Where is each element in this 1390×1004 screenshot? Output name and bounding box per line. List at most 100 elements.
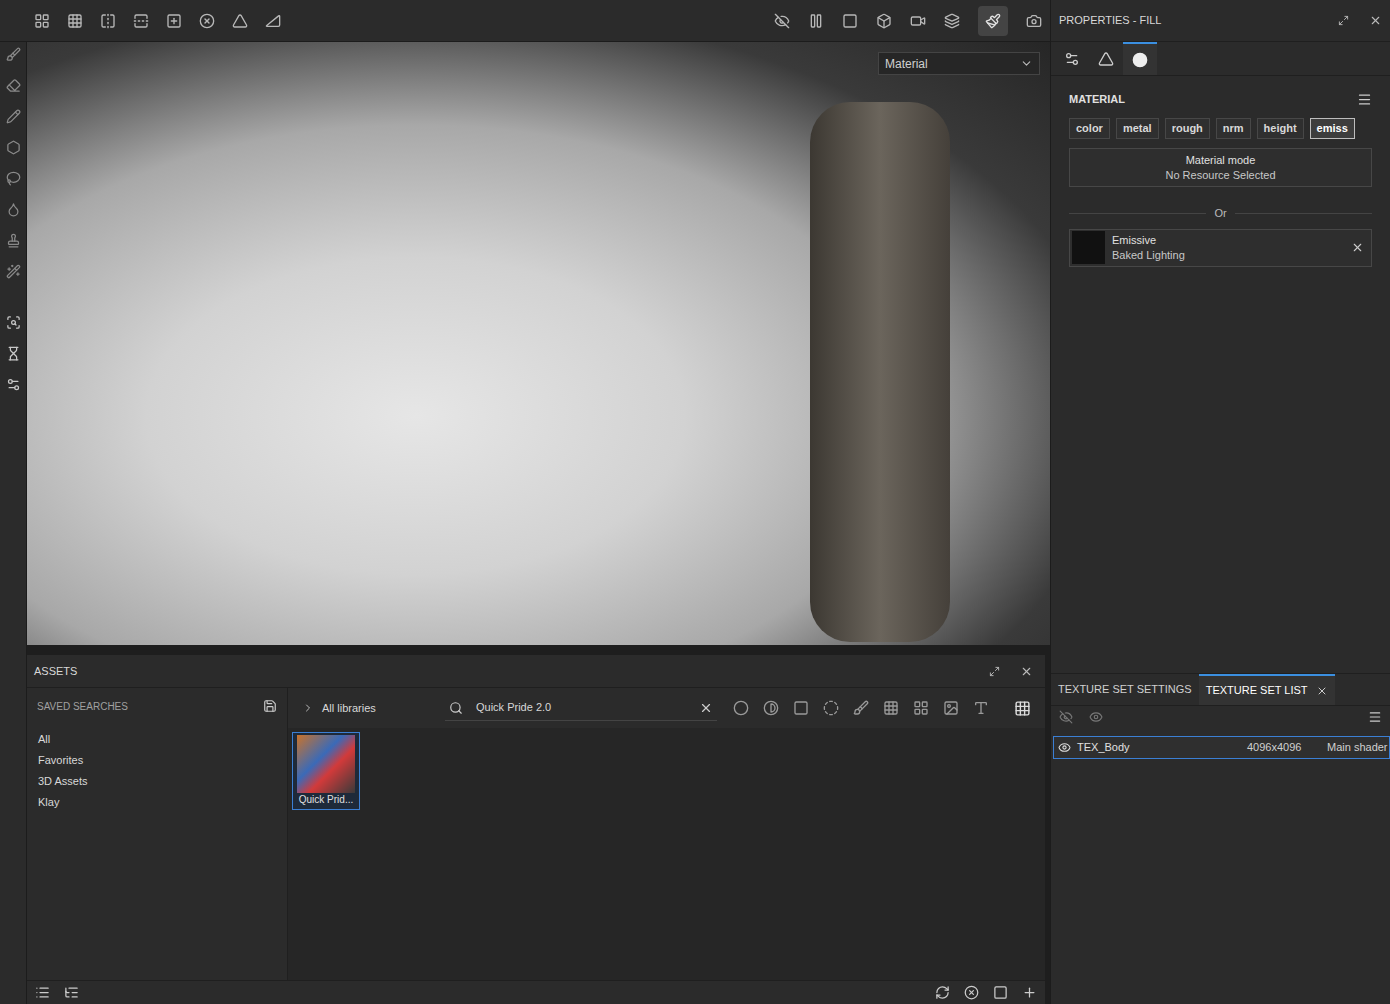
clear-icon[interactable] <box>699 701 713 715</box>
cube-icon[interactable] <box>876 13 892 29</box>
channel-dropdown[interactable]: Material <box>878 52 1040 75</box>
add-icon[interactable] <box>166 13 182 29</box>
geometry-icon[interactable] <box>6 140 21 155</box>
mask-filter-icon[interactable] <box>793 700 809 716</box>
remove-icon[interactable] <box>1351 241 1364 254</box>
layers-icon[interactable] <box>944 13 960 29</box>
resource-slot[interactable]: EmissiveBaked Lighting <box>1069 229 1372 267</box>
font-filter-icon[interactable] <box>973 700 989 716</box>
close-icon[interactable] <box>1369 14 1382 27</box>
mirror-y-icon[interactable] <box>133 13 149 29</box>
mask-icon[interactable] <box>265 13 281 29</box>
camera-view-icon[interactable] <box>910 13 926 29</box>
list-view-icon[interactable] <box>35 985 50 1000</box>
screenshot-icon[interactable] <box>1026 13 1042 29</box>
assets-bottom-bar <box>27 980 1045 1004</box>
close-icon[interactable] <box>1316 685 1328 697</box>
menu-icon[interactable] <box>1368 710 1382 724</box>
polygon-fill-icon[interactable] <box>6 171 21 186</box>
float-icon[interactable] <box>1338 15 1349 26</box>
resource-thumbnail <box>1072 231 1105 264</box>
triangle-icon <box>1098 51 1114 67</box>
sphere-icon <box>1132 52 1148 68</box>
visibility-icon[interactable] <box>1058 741 1071 754</box>
pause-icon[interactable] <box>808 13 824 29</box>
search-icon <box>449 701 463 715</box>
mask-tab[interactable] <box>1089 42 1123 75</box>
brush-filter-icon[interactable] <box>853 700 869 716</box>
texture-set-row[interactable]: TEX_Body4096x4096Main shader <box>1053 736 1390 759</box>
texture-set-tab[interactable]: TEXTURE SET LIST <box>1199 674 1335 705</box>
material-mode[interactable]: Material modeNo Resource Selected <box>1069 148 1372 187</box>
add-icon[interactable] <box>1022 985 1037 1000</box>
tool-strip <box>0 42 27 1004</box>
triangle-icon[interactable] <box>232 13 248 29</box>
texture-set-panel: TEXTURE SET SETTINGSTEXTURE SET LIST TEX_… <box>1051 673 1390 1004</box>
hide-all-icon[interactable] <box>1059 710 1073 724</box>
paint-tool-button[interactable] <box>978 6 1008 36</box>
hide-icon[interactable] <box>774 13 790 29</box>
channel-button[interactable]: nrm <box>1216 118 1251 139</box>
channel-button[interactable]: rough <box>1165 118 1210 139</box>
grid-icon[interactable] <box>67 13 83 29</box>
material-title: MATERIAL <box>1069 91 1357 108</box>
asset-thumbnail[interactable]: Quick Prid... <box>292 732 360 810</box>
texture-set-tab[interactable]: TEXTURE SET SETTINGS <box>1051 674 1199 705</box>
material-filter-icon[interactable] <box>733 700 749 716</box>
reset-icon[interactable] <box>964 985 979 1000</box>
chevron-right-icon[interactable] <box>302 702 314 714</box>
settings-tab[interactable] <box>1055 42 1089 75</box>
assets-title: ASSETS <box>34 663 989 680</box>
top-toolbar <box>0 0 1050 42</box>
history-icon[interactable] <box>6 346 21 361</box>
bake-icon[interactable] <box>6 315 21 330</box>
app-window: MaterialASSETSSAVED SEARCHESAllFavorites… <box>0 0 1390 1004</box>
saved-search-item[interactable]: Klay <box>38 793 276 811</box>
alpha-filter-icon[interactable] <box>913 700 929 716</box>
clone-icon[interactable] <box>6 233 21 248</box>
refresh-icon[interactable] <box>935 985 950 1000</box>
saved-search-item[interactable]: 3D Assets <box>38 772 276 790</box>
tree-view-icon[interactable] <box>64 985 79 1000</box>
menu-icon[interactable] <box>1357 92 1372 107</box>
float-icon[interactable] <box>989 666 1000 677</box>
texture-filter-icon[interactable] <box>883 700 899 716</box>
channel-button[interactable]: emiss <box>1310 118 1355 139</box>
picker-icon[interactable] <box>6 264 21 279</box>
divider: Or <box>1069 205 1372 222</box>
smart-material-filter-icon[interactable] <box>763 700 779 716</box>
display-icon[interactable] <box>6 377 21 392</box>
channel-button[interactable]: metal <box>1116 118 1159 139</box>
show-all-icon[interactable] <box>1089 710 1103 724</box>
folder-icon[interactable] <box>993 985 1008 1000</box>
material-tab[interactable] <box>1123 42 1157 75</box>
eraser-icon[interactable] <box>6 78 21 93</box>
asset-preview <box>297 735 355 793</box>
reset-icon[interactable] <box>199 13 215 29</box>
projection-icon[interactable] <box>6 109 21 124</box>
panel-title: PROPERTIES - FILL <box>1059 12 1338 29</box>
properties-panel: PROPERTIES - FILL MATERIAL color metal rough… <box>1050 0 1390 1004</box>
environment-filter-icon[interactable] <box>943 700 959 716</box>
channel-button[interactable]: height <box>1257 118 1304 139</box>
saved-searches: SAVED SEARCHESAllFavorites3D AssetsKlay <box>27 688 288 980</box>
close-icon[interactable] <box>1020 665 1033 678</box>
paint-icon[interactable] <box>6 47 21 62</box>
view-grid-icon[interactable] <box>1014 700 1031 717</box>
chevron-down-icon <box>1020 57 1033 70</box>
mirror-x-icon[interactable] <box>100 13 116 29</box>
saved-search-item[interactable]: All <box>38 730 276 748</box>
channel-button[interactable]: color <box>1069 118 1110 139</box>
search-field[interactable]: Quick Pride 2.0 <box>445 695 717 721</box>
breadcrumb[interactable]: All libraries <box>322 700 437 717</box>
saved-search-item[interactable]: Favorites <box>38 751 276 769</box>
bone-render <box>810 102 950 642</box>
assets-panel: ASSETSSAVED SEARCHESAllFavorites3D Asset… <box>27 655 1045 1004</box>
select-icon[interactable] <box>34 13 50 29</box>
save-icon[interactable] <box>263 699 277 713</box>
smudge-icon[interactable] <box>6 202 21 217</box>
viewport[interactable]: Material <box>27 42 1050 645</box>
generator-filter-icon[interactable] <box>823 700 839 716</box>
brush-icon <box>985 13 1001 29</box>
frame-icon[interactable] <box>842 13 858 29</box>
